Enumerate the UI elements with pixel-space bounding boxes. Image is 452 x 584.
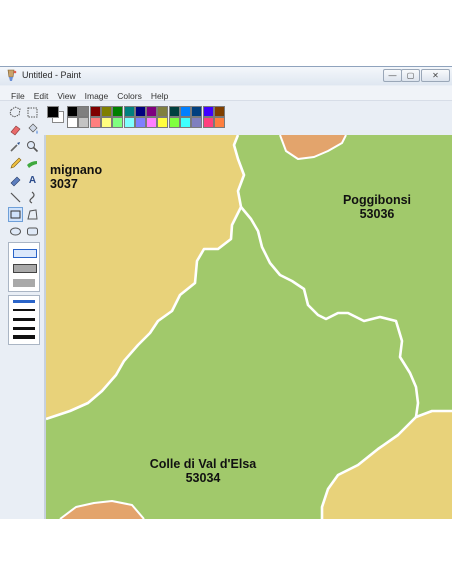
menu-colors[interactable]: Colors: [117, 89, 142, 103]
rounded-rect-icon[interactable]: [25, 224, 40, 239]
palette-swatch[interactable]: [134, 117, 146, 128]
minimize-button[interactable]: —: [383, 69, 402, 82]
palette-swatch[interactable]: [134, 106, 146, 117]
palette-swatch[interactable]: [112, 106, 124, 117]
menu-edit[interactable]: Edit: [34, 89, 49, 103]
region-name: mignano: [50, 163, 103, 177]
region-code: 53034: [185, 471, 221, 485]
palette-swatch[interactable]: [146, 106, 158, 117]
close-button[interactable]: ✕: [421, 69, 450, 82]
palette-swatch[interactable]: [67, 117, 78, 128]
title-bar: Untitled - Paint — ▢ ✕: [0, 67, 452, 85]
menu-image[interactable]: Image: [85, 89, 109, 103]
palette-swatch[interactable]: [89, 117, 101, 128]
menu-file[interactable]: File: [11, 89, 25, 103]
foreground-color-swatch: [47, 106, 59, 118]
drawing-canvas[interactable]: mignano 3037 Poggibonsi 53036 Colle di Val…: [46, 135, 452, 519]
line-icon[interactable]: [8, 190, 23, 205]
palette-swatch[interactable]: [157, 117, 169, 128]
palette-swatch[interactable]: [191, 106, 203, 117]
rect-select-icon[interactable]: [25, 105, 40, 120]
line-width-options: [8, 295, 40, 345]
palette-swatch[interactable]: [123, 106, 135, 117]
region-label-mignano: mignano 3037: [50, 163, 102, 191]
palette-swatch[interactable]: [100, 106, 112, 117]
region-label-poggibonsi: Poggibonsi 53036: [322, 193, 432, 221]
toolbox: A: [6, 103, 42, 519]
palette-swatch[interactable]: [180, 117, 191, 128]
region-code: 3037: [50, 177, 78, 191]
current-colors[interactable]: [47, 106, 64, 123]
paint-app-icon: [7, 69, 17, 81]
free-select-icon[interactable]: [8, 105, 23, 120]
palette-swatch[interactable]: [213, 106, 225, 117]
window-title: Untitled - Paint: [22, 70, 82, 80]
line-width-1[interactable]: [13, 300, 35, 303]
palette-swatch[interactable]: [202, 106, 214, 117]
fill-option-outline-fill[interactable]: [13, 264, 37, 273]
palette-swatch[interactable]: [123, 117, 135, 128]
canvas-area: mignano 3037 Poggibonsi 53036 Colle di Val…: [44, 135, 452, 519]
palette-swatch[interactable]: [78, 106, 90, 117]
paint-window: Untitled - Paint — ▢ ✕ File Edit View Image…: [0, 66, 452, 519]
palette-swatch[interactable]: [100, 117, 112, 128]
region-name: Colle di Val d'Elsa: [149, 457, 257, 471]
brush-icon[interactable]: [25, 156, 40, 171]
text-icon[interactable]: A: [25, 173, 40, 188]
palette-swatch[interactable]: [146, 117, 158, 128]
eraser-icon[interactable]: [8, 122, 23, 137]
region-code: 53036: [359, 207, 395, 221]
palette-swatch[interactable]: [78, 117, 90, 128]
palette-swatch[interactable]: [67, 106, 78, 117]
line-width-4[interactable]: [13, 327, 35, 330]
fill-option-outline[interactable]: [13, 249, 37, 258]
magnifier-icon[interactable]: [25, 139, 40, 154]
line-width-5[interactable]: [13, 335, 35, 339]
palette-swatch[interactable]: [157, 106, 169, 117]
palette-swatch[interactable]: [180, 106, 191, 117]
fill-bucket-icon[interactable]: [25, 122, 40, 137]
ellipse-icon[interactable]: [8, 224, 23, 239]
maximize-button[interactable]: ▢: [401, 69, 420, 82]
airbrush-icon[interactable]: [8, 173, 23, 188]
palette-swatch[interactable]: [191, 117, 203, 128]
menu-view[interactable]: View: [57, 89, 75, 103]
menu-bar: File Edit View Image Colors Help: [0, 86, 452, 101]
line-width-2[interactable]: [13, 309, 35, 311]
polygon-icon[interactable]: [25, 207, 40, 222]
color-palette: [47, 104, 227, 130]
region-label-colle-di-val-delsa: Colle di Val d'Elsa 53034: [128, 457, 278, 485]
region-name: Poggibonsi: [342, 193, 412, 207]
rectangle-icon[interactable]: [8, 207, 23, 222]
fill-style-options: [8, 242, 40, 292]
menu-help[interactable]: Help: [151, 89, 168, 103]
color-picker-icon[interactable]: [8, 139, 23, 154]
palette-swatch[interactable]: [112, 117, 124, 128]
palette-swatch[interactable]: [89, 106, 101, 117]
palette-swatch[interactable]: [168, 106, 180, 117]
fill-option-fill[interactable]: [13, 279, 35, 287]
palette-swatch[interactable]: [168, 117, 180, 128]
pencil-icon[interactable]: [8, 156, 23, 171]
line-width-3[interactable]: [13, 318, 35, 321]
curve-icon[interactable]: [25, 190, 40, 205]
palette-swatch[interactable]: [202, 117, 214, 128]
palette-swatch[interactable]: [213, 117, 225, 128]
